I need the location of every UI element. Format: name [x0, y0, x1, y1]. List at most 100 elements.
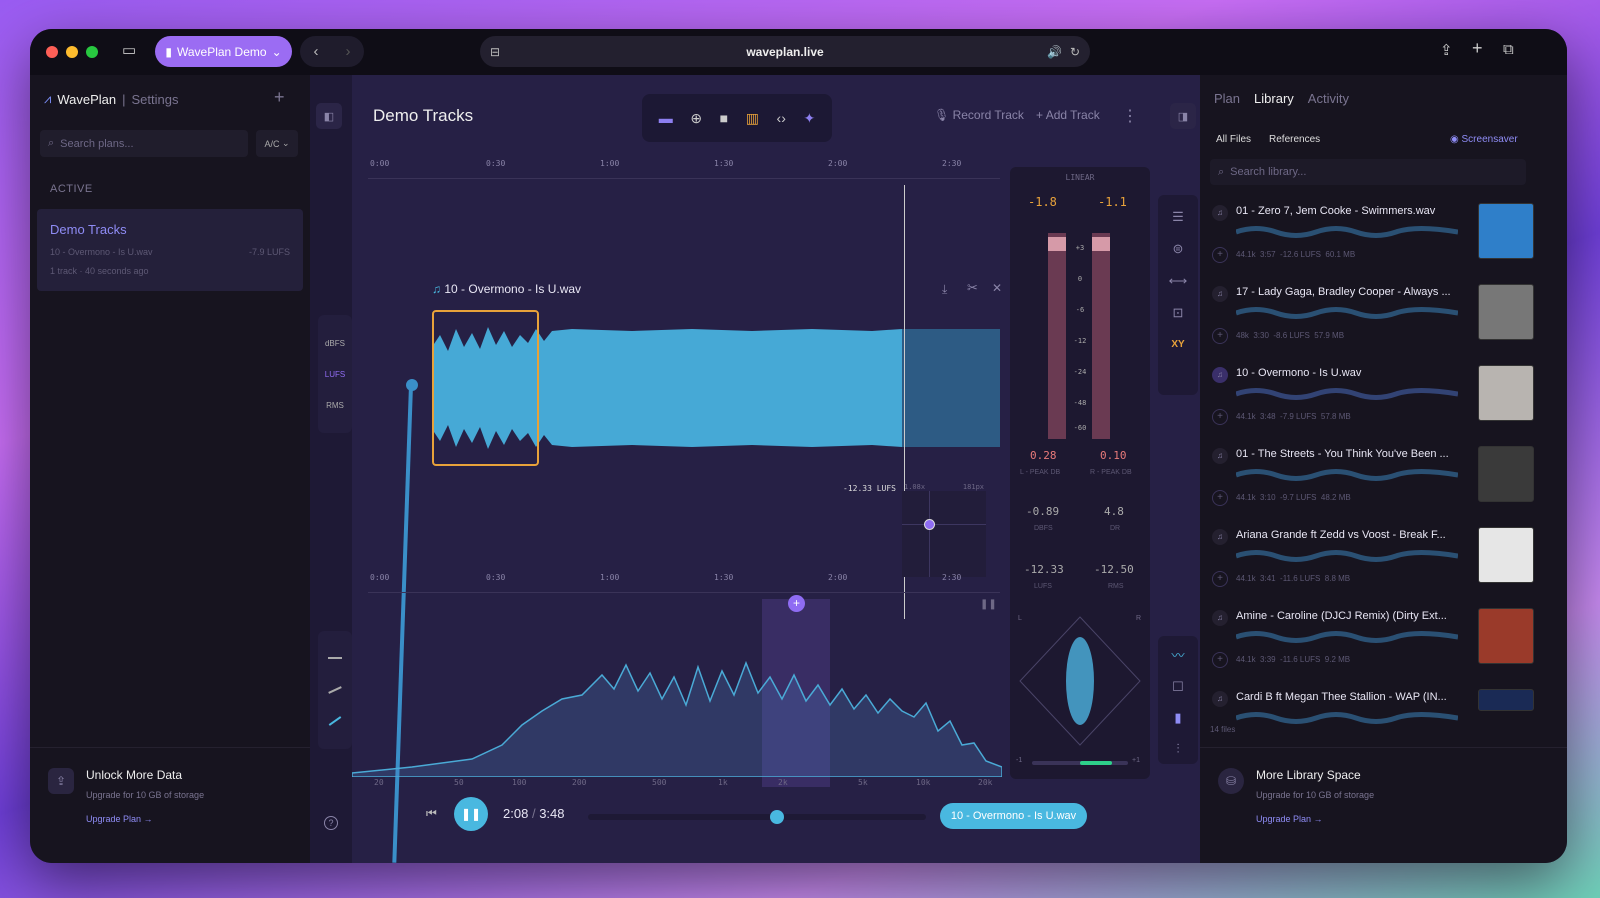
tab-library[interactable]: Library [1254, 91, 1294, 106]
xy-toggle[interactable]: XY [1158, 329, 1198, 361]
add-plan-icon[interactable]: + [274, 87, 285, 108]
tab-overview-icon[interactable]: ⧉ [1503, 41, 1514, 58]
file-name: 10 - Overmono - Is U.wav [1236, 367, 1362, 379]
back-icon[interactable]: ‹ [314, 43, 319, 60]
search-library-input[interactable]: ⌕ Search library... [1210, 159, 1526, 185]
settings-link[interactable]: Settings [132, 92, 179, 107]
right-label: R - PEAK DB [1090, 469, 1132, 476]
skip-back-icon[interactable]: ⏮ [426, 806, 437, 821]
camera-icon[interactable]: ▬ [659, 110, 673, 126]
mixer-icon[interactable]: ⫶ [1158, 733, 1198, 764]
library-upgrade-link[interactable]: Upgrade Plan → [1256, 814, 1323, 824]
freq-tick: 1k [718, 778, 728, 787]
address-bar[interactable]: ⊟ waveplan.live 🔊 ↻ [480, 36, 1090, 67]
mode-lufs[interactable]: LUFS [318, 370, 352, 379]
close-window-button[interactable] [46, 46, 58, 58]
library-file-row[interactable]: ♫ Amine - Caroline (DJCJ Remix) (Dirty Ex… [1212, 608, 1542, 688]
width-icon[interactable]: ⟷ [1158, 265, 1198, 297]
sort-select[interactable]: A/C ⌄ [256, 130, 298, 157]
plan-card-demo-tracks[interactable]: Demo Tracks 10 - Overmono - Is U.wav -7.… [37, 209, 303, 291]
waveform-mode-icon[interactable]: 〰 [1158, 640, 1198, 671]
search-placeholder: Search plans... [60, 137, 134, 150]
collapse-right-icon[interactable]: ◨ [1170, 103, 1196, 129]
add-reference-icon[interactable]: + [1212, 652, 1228, 668]
pause-spectrum-icon[interactable]: ❚❚ [980, 599, 997, 610]
zoom-preview[interactable]: 1.08x 181px [902, 483, 986, 577]
zoom-handle[interactable] [924, 519, 935, 530]
close-track-icon[interactable]: ✕ [992, 281, 1002, 295]
file-type-icon: ♫ [1212, 448, 1228, 464]
gain-handle[interactable] [406, 379, 418, 391]
zoom-window-button[interactable] [86, 46, 98, 58]
album-art [1478, 365, 1534, 421]
library-file-row[interactable]: ♫ 17 - Lady Gaga, Bradley Cooper - Always… [1212, 284, 1542, 364]
comment-icon[interactable]: ☐ [1158, 671, 1198, 702]
upgrade-plan-link[interactable]: Upgrade Plan → [86, 814, 153, 824]
waveform[interactable] [432, 307, 1000, 469]
track-lufs-label: -12.33 LUFS [843, 484, 896, 493]
pause-button[interactable]: ❚❚ [454, 797, 488, 831]
help-icon[interactable]: ? [324, 816, 338, 830]
gain-line [392, 384, 413, 863]
ruler-tick: 0:00 [370, 573, 390, 582]
add-track-button[interactable]: + Add Track [1036, 108, 1100, 122]
library-file-row[interactable]: ♫ 01 - Zero 7, Jem Cooke - Swimmers.wav +4… [1212, 203, 1542, 283]
search-plans-input[interactable]: ⌕ Search plans... [40, 130, 248, 157]
steep-line-icon[interactable] [328, 716, 342, 726]
new-tab-icon[interactable]: + [1472, 38, 1483, 59]
sidebar-toggle-icon[interactable]: ▭ [122, 41, 136, 59]
add-reference-icon[interactable]: + [1212, 247, 1228, 263]
slope-line-icon[interactable] [328, 686, 342, 694]
add-reference-icon[interactable]: + [1212, 328, 1228, 344]
mode-rms[interactable]: RMS [318, 401, 352, 410]
code-icon[interactable]: ‹› [777, 110, 786, 126]
forward-icon[interactable]: › [346, 43, 351, 60]
add-reference-icon[interactable]: + [1212, 490, 1228, 506]
list-icon[interactable]: ☰ [1158, 201, 1198, 233]
add-band-button[interactable]: + [788, 595, 805, 612]
block-icon[interactable]: ■ [720, 110, 728, 126]
library-file-row[interactable]: ♫ Ariana Grande ft Zedd vs Voost - Break … [1212, 527, 1542, 607]
progress-handle[interactable] [770, 810, 785, 824]
record-track-button[interactable]: 🎙 Record Track [934, 108, 1024, 122]
panel-tabs: Plan Library Activity [1214, 91, 1349, 106]
tab-plan[interactable]: Plan [1214, 91, 1240, 106]
mode-dbfs[interactable]: dBFS [318, 339, 352, 348]
album-art [1478, 608, 1534, 664]
filter-all-files[interactable]: All Files [1216, 134, 1251, 145]
zoom-icon[interactable]: ⊕ [690, 110, 702, 127]
ruler-tick: 2:00 [828, 159, 848, 168]
download-icon[interactable]: ⤓ [942, 282, 947, 297]
dbfs-label: DBFS [1034, 525, 1053, 532]
now-playing-chip[interactable]: 10 - Overmono - Is U.wav [940, 803, 1087, 829]
tab-group-button[interactable]: ▮ WavePlan Demo ⌄ [155, 36, 292, 67]
more-icon[interactable]: ⋮ [1122, 106, 1138, 126]
add-label: Add Track [1045, 108, 1100, 122]
waveform-view-icon[interactable]: ⊜ [1158, 233, 1198, 265]
filter-references[interactable]: References [1269, 134, 1320, 145]
tab-activity[interactable]: Activity [1308, 91, 1349, 106]
progress-track[interactable] [588, 810, 926, 824]
library-file-row[interactable]: ♫ 10 - Overmono - Is U.wav +44.1k 3:48 -7.… [1212, 365, 1542, 445]
add-reference-icon[interactable]: + [1212, 409, 1228, 425]
file-name: 01 - The Streets - You Think You've Been… [1236, 448, 1449, 460]
spectrum-icon[interactable]: ▥ [746, 110, 759, 127]
scissors-icon[interactable]: ✂ [967, 280, 978, 296]
flat-line-icon[interactable] [328, 657, 342, 659]
minimize-window-button[interactable] [66, 46, 78, 58]
curve-mode-group [318, 631, 352, 749]
library-file-row[interactable]: ♫ 01 - The Streets - You Think You've Bee… [1212, 446, 1542, 526]
collapse-left-icon[interactable]: ◧ [316, 103, 342, 129]
library-promo: ⛁ More Library Space Upgrade for 10 GB o… [1200, 747, 1567, 863]
analysis-tools: ☰ ⊜ ⟷ ⊡ XY [1158, 195, 1198, 395]
page-settings-icon[interactable]: ⊟ [490, 45, 500, 59]
waveform-body [432, 327, 902, 449]
focus-icon[interactable]: ⊡ [1158, 297, 1198, 329]
bar-chart-icon[interactable]: ▮ [1158, 702, 1198, 733]
reload-icon[interactable]: ↻ [1070, 45, 1080, 59]
audio-icon[interactable]: 🔊 [1047, 45, 1062, 59]
sparkle-icon[interactable]: ✦ [803, 110, 815, 127]
screensaver-button[interactable]: ◉ Screensaver [1450, 134, 1518, 145]
add-reference-icon[interactable]: + [1212, 571, 1228, 587]
share-icon[interactable]: ⇪ [1440, 41, 1453, 59]
